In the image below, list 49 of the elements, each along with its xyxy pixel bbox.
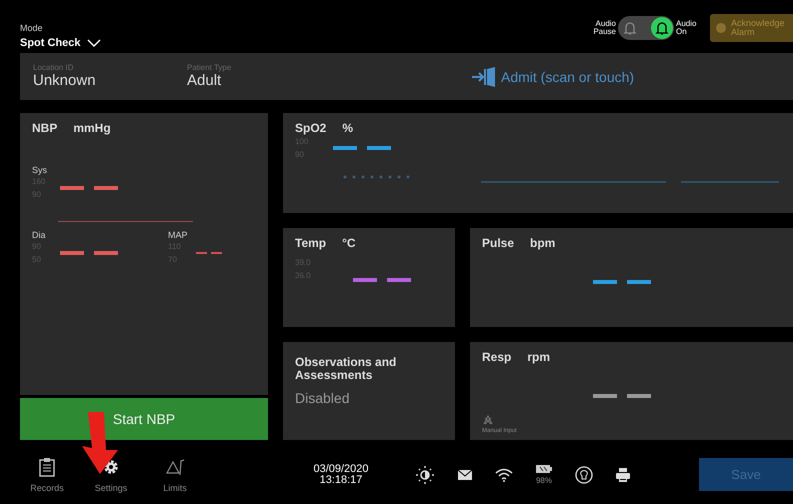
parameter-label: NBP [32,121,58,135]
parameter-label: SpO2 [295,121,326,135]
unit-label: bpm [530,236,556,250]
wifi-icon [495,468,513,482]
empty-value-dashes [196,252,222,254]
empty-value-dashes [592,280,650,284]
field-label: Location ID [33,63,74,72]
audio-on-label: Audio On [676,20,698,36]
mode-label: Mode [20,23,44,33]
brightness-icon [415,464,435,484]
tile-title: Observations and Assessments [295,356,398,382]
chevron-down-icon [86,39,101,47]
nav-button[interactable]: Settings [79,456,143,492]
unit-label: rpm [527,350,550,364]
empty-value-dashes [60,251,118,255]
nav-button[interactable]: Records [15,456,79,492]
nav-button[interactable]: Limits [143,456,207,492]
unit-label: °C [342,236,356,250]
empty-value-dashes [592,394,650,398]
admit-button[interactable]: Admit (scan or touch) [471,66,634,88]
enter-door-icon [471,66,497,88]
measurement-label: Sys [32,165,48,175]
empty-value-dashes [333,146,391,150]
unit-label: % [342,121,354,135]
status-text: Disabled [295,390,350,406]
mail-icon [457,468,473,480]
unit-label: mmHg [73,121,111,135]
printer-icon [615,466,631,482]
parameter-label: Resp [482,350,512,364]
field-label: Patient Type [187,63,232,72]
battery-percentage: 98% [536,476,552,485]
alarm-limits-icon [165,456,185,476]
empty-value-dashes [353,278,411,282]
measurement-label: MAP [168,230,189,240]
manual-input-icon [482,414,494,426]
audio-toggle[interactable] [618,16,674,40]
empty-value-dashes [60,186,118,190]
battery-icon [535,464,553,474]
mode-dropdown[interactable]: Spot Check [20,37,101,49]
audio-pause-label: Audio Pause [592,20,616,36]
parameter-label: Pulse [482,236,514,250]
measurement-label: Dia [32,230,47,240]
field-value: Adult [187,72,222,89]
lightbulb-icon [575,466,593,484]
clipboard-icon [37,456,57,476]
parameter-label: Temp [295,236,326,250]
field-value: Unknown [33,72,96,89]
date-time: 03/09/2020 13:18:17 [312,464,370,486]
start-nbp-button[interactable]: Start NBP [20,398,268,440]
